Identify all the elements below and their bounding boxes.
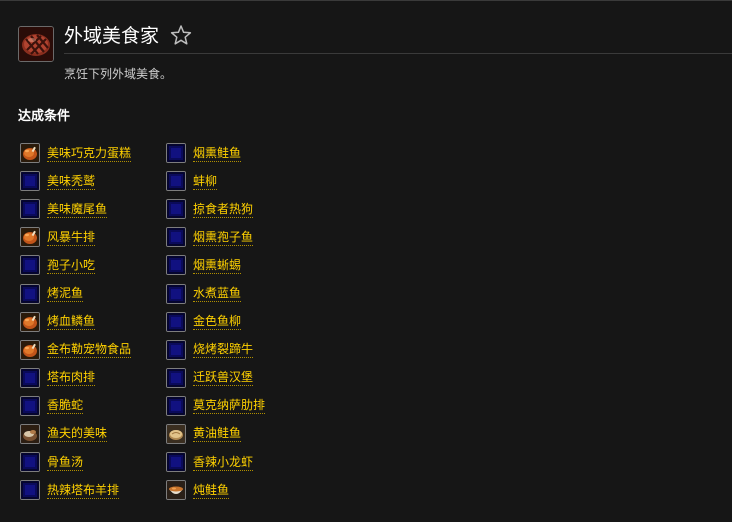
roast-chicken-icon: [20, 227, 40, 248]
criteria-item[interactable]: 骨鱼汤: [20, 448, 180, 476]
criteria-item-label[interactable]: 烧烤裂蹄牛: [193, 341, 254, 359]
criteria-item[interactable]: 美味巧克力蛋糕: [20, 139, 180, 167]
criteria-item-label[interactable]: 水煮蓝鱼: [193, 285, 242, 303]
criteria-item[interactable]: 水煮蓝鱼: [166, 279, 326, 307]
criteria-item[interactable]: 迁跃兽汉堡: [166, 364, 326, 392]
criteria-heading: 达成条件: [18, 109, 71, 124]
criteria-item-label[interactable]: 炖鲑鱼: [193, 482, 230, 499]
blue-placeholder-icon: [166, 171, 186, 192]
criteria-item-label[interactable]: 莫克纳萨肋排: [193, 397, 266, 415]
criteria-item[interactable]: 香脆蛇: [20, 392, 180, 420]
criteria-item[interactable]: 烟熏蜥蜴: [166, 251, 326, 279]
criteria-item-label[interactable]: 烟熏蜥蜴: [193, 257, 242, 274]
criteria-item[interactable]: 孢子小吃: [20, 251, 180, 279]
criteria-column-left: 美味巧克力蛋糕 美味秃鹫美味魔尾鱼风暴牛排孢子小吃烤泥鱼烤血鳞鱼金布勒宠物食品 塔布…: [20, 139, 180, 504]
blue-placeholder-icon: [166, 367, 186, 388]
blue-placeholder-icon: [166, 311, 186, 332]
criteria-item[interactable]: 香辣小龙虾: [166, 448, 326, 476]
criteria-item-label[interactable]: 骨鱼汤: [47, 454, 84, 471]
criteria-item-label[interactable]: 渔夫的美味: [47, 425, 108, 443]
criteria-item-label[interactable]: 香脆蛇: [47, 397, 84, 415]
criteria-item-label[interactable]: 掠食者热狗: [193, 201, 254, 218]
criteria-item[interactable]: 塔布肉排: [20, 364, 180, 392]
achievement-title: 外域美食家: [64, 25, 160, 47]
bread-icon: [166, 423, 186, 444]
blue-placeholder-icon: [166, 339, 186, 360]
criteria-item-label[interactable]: 蚌柳: [193, 173, 218, 190]
criteria-item-label[interactable]: 热辣塔布羊排: [47, 482, 120, 499]
criteria-item[interactable]: 金色鱼柳: [166, 308, 326, 336]
blue-placeholder-icon: [20, 199, 40, 220]
blue-placeholder-icon: [166, 199, 186, 220]
blue-placeholder-icon: [166, 395, 186, 416]
roast-chicken-icon: [20, 311, 40, 332]
criteria-item[interactable]: 烤血鳞鱼: [20, 308, 180, 336]
title-divider: [64, 53, 732, 54]
criteria-item[interactable]: 烧烤裂蹄牛: [166, 336, 326, 364]
criteria-item-label[interactable]: 美味巧克力蛋糕: [47, 145, 132, 162]
criteria-item-label[interactable]: 美味秃鹫: [47, 173, 96, 190]
criteria-item[interactable]: 黄油鲑鱼: [166, 420, 326, 448]
roast-chicken-icon: [20, 339, 40, 360]
top-divider: [0, 0, 732, 1]
criteria-item-label[interactable]: 金布勒宠物食品: [47, 341, 132, 359]
criteria-item[interactable]: 炖鲑鱼: [166, 476, 326, 504]
criteria-item-label[interactable]: 塔布肉排: [47, 369, 96, 387]
blue-placeholder-icon: [166, 143, 186, 164]
criteria-item[interactable]: 烤泥鱼: [20, 279, 180, 307]
criteria-item-label[interactable]: 风暴牛排: [47, 229, 96, 246]
criteria-item-label[interactable]: 香辣小龙虾: [193, 454, 254, 471]
blue-placeholder-icon: [166, 452, 186, 473]
criteria-item-label[interactable]: 烟熏孢子鱼: [193, 229, 254, 246]
criteria-item-label[interactable]: 烤血鳞鱼: [47, 313, 96, 331]
achievement-description: 烹饪下列外域美食。: [64, 67, 173, 81]
criteria-item[interactable]: 渔夫的美味: [20, 420, 180, 448]
blue-placeholder-icon: [166, 255, 186, 276]
blue-placeholder-icon: [166, 283, 186, 304]
blue-placeholder-icon: [20, 395, 40, 416]
stew-bowl-icon: [166, 480, 186, 501]
blue-placeholder-icon: [20, 367, 40, 388]
criteria-item[interactable]: 掠食者热狗: [166, 195, 326, 223]
blue-placeholder-icon: [166, 227, 186, 248]
criteria-item-label[interactable]: 美味魔尾鱼: [47, 201, 108, 218]
criteria-item[interactable]: 美味秃鹫: [20, 167, 180, 195]
criteria-column-right: 烟熏鲑鱼蚌柳掠食者热狗烟熏孢子鱼烟熏蜥蜴水煮蓝鱼金色鱼柳烧烤裂蹄牛迁跃兽汉堡莫克…: [166, 139, 326, 504]
fish-meal-icon: [20, 423, 40, 444]
criteria-item[interactable]: 烟熏孢子鱼: [166, 223, 326, 251]
blue-placeholder-icon: [20, 452, 40, 473]
criteria-item-label[interactable]: 黄油鲑鱼: [193, 425, 242, 443]
criteria-item-label[interactable]: 孢子小吃: [47, 257, 96, 274]
blue-placeholder-icon: [20, 171, 40, 192]
blue-placeholder-icon: [20, 283, 40, 304]
criteria-item[interactable]: 美味魔尾鱼: [20, 195, 180, 223]
roast-chicken-icon: [20, 143, 40, 164]
criteria-item[interactable]: 烟熏鲑鱼: [166, 139, 326, 167]
criteria-item[interactable]: 莫克纳萨肋排: [166, 392, 326, 420]
criteria-item[interactable]: 热辣塔布羊排: [20, 476, 180, 504]
blue-placeholder-icon: [20, 480, 40, 501]
criteria-item-label[interactable]: 烟熏鲑鱼: [193, 145, 242, 162]
star-outline-icon[interactable]: [170, 24, 192, 46]
grilled-steak-icon: [18, 26, 54, 62]
blue-placeholder-icon: [20, 255, 40, 276]
criteria-item-label[interactable]: 迁跃兽汉堡: [193, 369, 254, 387]
criteria-item-label[interactable]: 烤泥鱼: [47, 285, 84, 303]
criteria-item[interactable]: 金布勒宠物食品: [20, 336, 180, 364]
criteria-item[interactable]: 蚌柳: [166, 167, 326, 195]
criteria-item-label[interactable]: 金色鱼柳: [193, 313, 242, 331]
criteria-item[interactable]: 风暴牛排: [20, 223, 180, 251]
